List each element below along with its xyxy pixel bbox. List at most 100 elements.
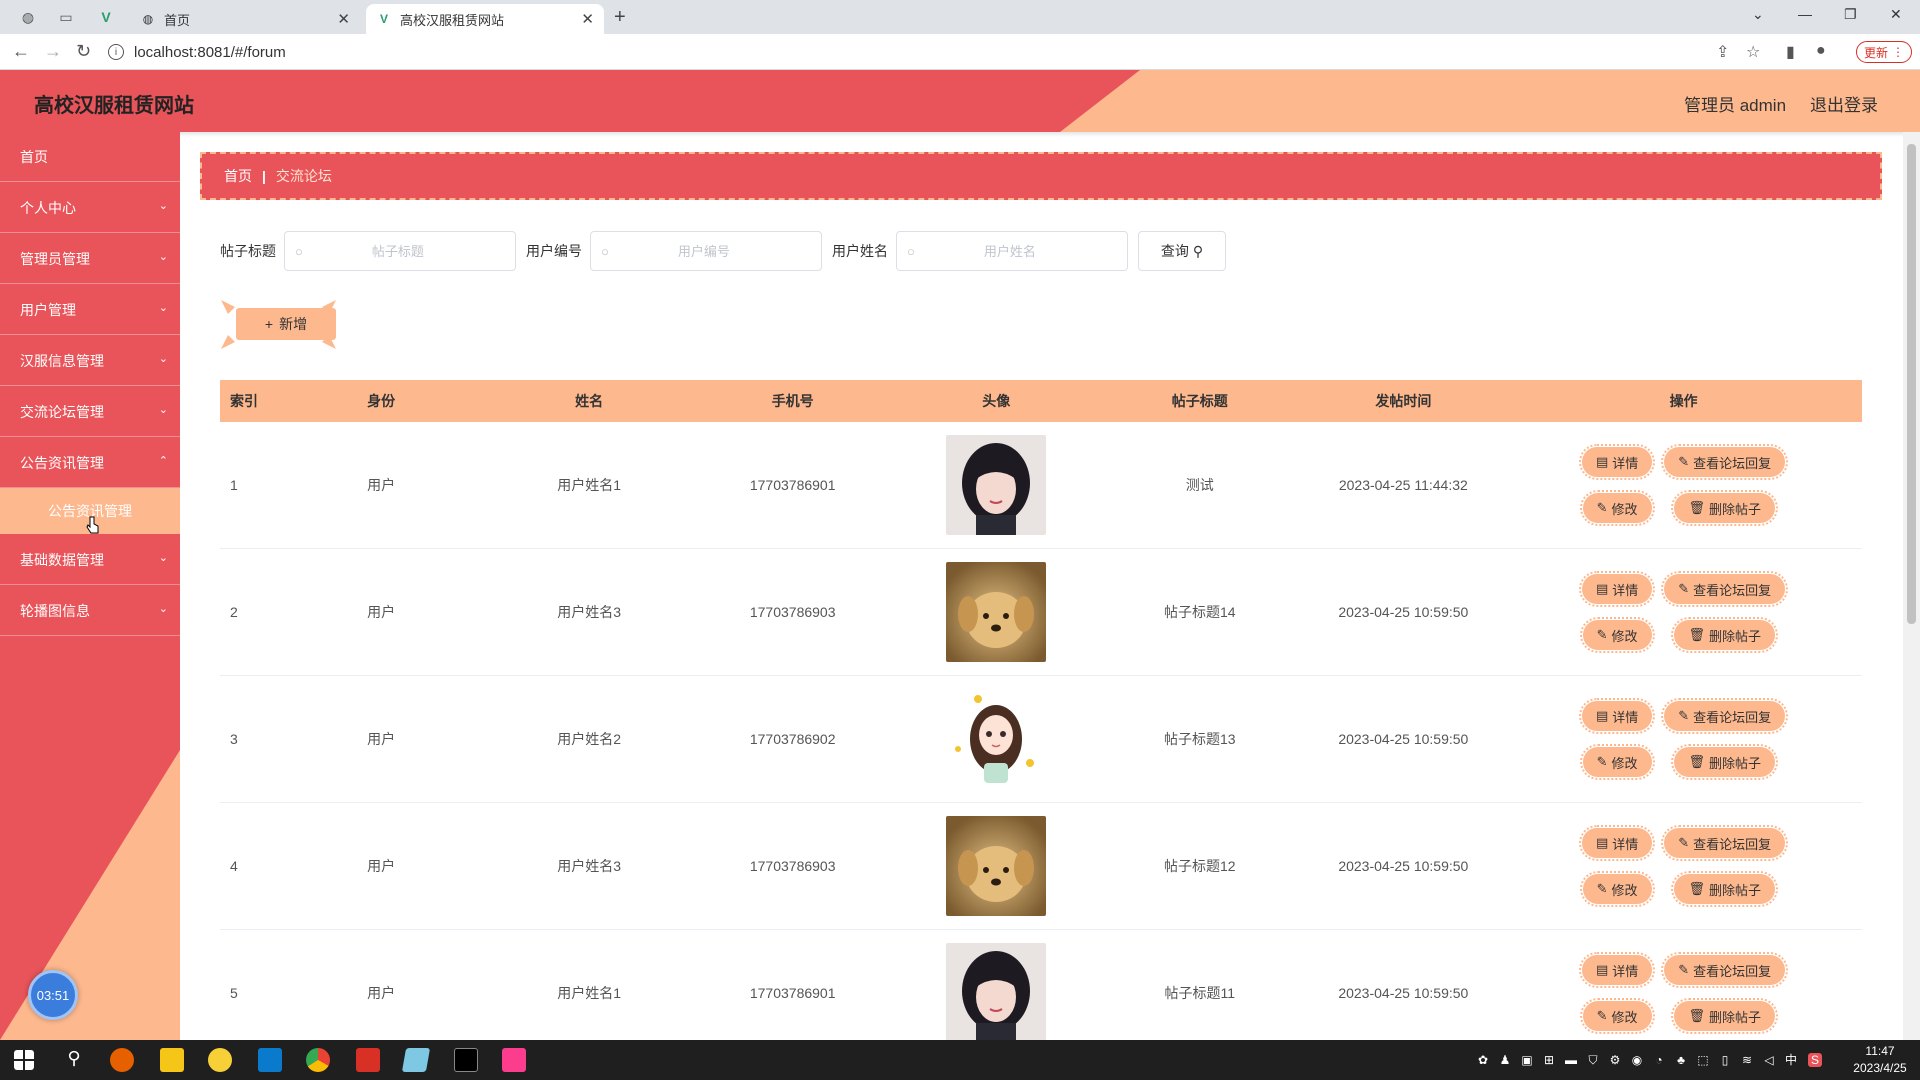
wps-icon[interactable] [356,1048,380,1072]
sidebar-item-personal-center[interactable]: 个人中心 ⌄ [0,183,180,233]
forward-arrow-icon[interactable]: → [44,41,62,62]
firefox-icon[interactable] [110,1048,134,1072]
reload-icon[interactable]: ↻ [76,41,91,62]
user-name-filter-input[interactable] [914,233,1105,269]
avatar-girl-photo[interactable] [946,435,1047,535]
avatar-cartoon-girl[interactable] [946,689,1047,789]
view-replies-button[interactable]: ✎ 查看论坛回复 [1661,698,1789,734]
avatar-puppy-photo[interactable] [946,562,1047,662]
view-replies-button[interactable]: ✎ 查看论坛回复 [1661,444,1789,480]
shield-icon[interactable]: ⛉ [1586,1053,1600,1067]
share-icon[interactable]: ⇪ [1716,42,1729,62]
tray-app-icon[interactable]: ♟ [1498,1053,1512,1067]
user-no-filter-field[interactable]: ○ [590,231,822,271]
edit-button[interactable]: ✎ 修改 [1579,490,1655,526]
vscode-icon[interactable] [258,1048,282,1072]
terminal-icon[interactable] [454,1048,478,1072]
sidebar-item-base-data-management[interactable]: 基础数据管理 ⌄ [0,535,180,585]
view-replies-button[interactable]: ✎ 查看论坛回复 [1661,825,1789,861]
intellij-icon[interactable] [502,1048,526,1072]
cell-phone: 17703786902 [749,731,836,747]
chrome-icon[interactable] [306,1048,330,1072]
tray-app-icon[interactable]: ▣ [1520,1053,1534,1067]
hand-cursor-icon [86,516,99,534]
browser-tab-current[interactable]: V 高校汉服租赁网站 ✕ [366,4,604,34]
avatar-girl-photo[interactable] [946,943,1047,1043]
minimize-button[interactable]: — [1798,6,1812,22]
detail-button[interactable]: ▤ 详情 [1578,825,1656,861]
wifi-icon[interactable]: ≋ [1740,1053,1754,1067]
page-scrollbar[interactable] [1903,132,1920,1040]
tray-app-icon[interactable]: ✿ [1476,1053,1490,1067]
chevron-down-icon: ⌄ [158,302,168,314]
sidebar-item-news-management[interactable]: 公告资讯管理 ⌃ [0,438,180,488]
restore-button[interactable]: ❐ [1844,6,1857,23]
chick-app-icon[interactable] [208,1048,232,1072]
side-panel-icon[interactable]: ▮ [1786,42,1795,62]
file-explorer-icon[interactable] [160,1048,184,1072]
user-name-filter-field[interactable]: ○ [896,231,1128,271]
tray-app-icon[interactable]: ♣ [1674,1053,1688,1067]
sidebar-item-user-management[interactable]: 用户管理 ⌄ [0,285,180,335]
browser-update-button[interactable]: 更新 ⋮ [1856,41,1912,63]
battery-icon[interactable]: ▯ [1718,1053,1732,1067]
delete-post-button[interactable]: 🗑 删除帖子 [1671,490,1778,526]
delete-post-button[interactable]: 🗑 删除帖子 [1671,998,1778,1034]
detail-button[interactable]: ▤ 详情 [1578,571,1656,607]
edit-button[interactable]: ✎ 修改 [1579,871,1655,907]
tray-app-icon[interactable]: ⚙ [1608,1053,1622,1067]
browser-tab-home[interactable]: ◍ 首页 ✕ [130,4,360,34]
globe-icon[interactable]: ◍ [14,6,42,28]
volume-icon[interactable]: ◁ [1762,1053,1776,1067]
close-window-button[interactable]: ✕ [1890,6,1902,23]
sidebar-item-forum-management[interactable]: 交流论坛管理 ⌄ [0,387,180,437]
edit-button[interactable]: ✎ 修改 [1579,617,1655,653]
tab-search-icon[interactable]: ⌄ [1752,6,1764,23]
title-filter-input[interactable] [302,233,493,269]
blank-tab-icon[interactable]: ▭ [52,6,80,28]
vue-icon[interactable]: V [92,6,120,28]
tray-app-icon[interactable]: ⬚ [1696,1053,1710,1067]
system-clock[interactable]: 11:47 2023/4/25 [1848,1043,1912,1077]
info-icon[interactable]: i [108,44,124,60]
avatar-puppy-photo[interactable] [946,816,1047,916]
add-button[interactable]: + 新增 [236,308,336,340]
detail-button[interactable]: ▤ 详情 [1578,444,1656,480]
bookmark-star-icon[interactable]: ☆ [1746,42,1760,62]
view-replies-button[interactable]: ✎ 查看论坛回复 [1661,571,1789,607]
delete-post-button[interactable]: 🗑 删除帖子 [1671,744,1778,780]
profile-icon[interactable]: ● [1816,42,1826,60]
user-no-filter-input[interactable] [608,233,799,269]
delete-post-button[interactable]: 🗑 删除帖子 [1671,871,1778,907]
close-tab-icon[interactable]: ✕ [337,10,350,28]
close-tab-icon[interactable]: ✕ [581,10,594,28]
edit-button[interactable]: ✎ 修改 [1579,744,1655,780]
edit-button[interactable]: ✎ 修改 [1579,998,1655,1034]
breadcrumb-home[interactable]: 首页 [224,166,252,186]
sidebar-item-carousel-info[interactable]: 轮播图信息 ⌄ [0,586,180,636]
new-tab-button[interactable]: + [614,6,626,29]
notepad-icon[interactable] [401,1048,431,1072]
sogou-icon[interactable]: S [1808,1053,1822,1067]
sidebar-item-hanfu-management[interactable]: 汉服信息管理 ⌄ [0,336,180,386]
tray-app-icon[interactable]: ⊞ [1542,1053,1556,1067]
title-filter-field[interactable]: ○ [284,231,516,271]
logout-link[interactable]: 退出登录 [1810,91,1878,116]
scrollbar-thumb[interactable] [1907,144,1916,624]
wechat-icon[interactable]: ◔ [1652,1053,1666,1067]
view-replies-button[interactable]: ✎ 查看论坛回复 [1661,952,1789,988]
sidebar-item-admin-management[interactable]: 管理员管理 ⌄ [0,234,180,284]
search-icon[interactable]: ⚲ [62,1048,86,1072]
delete-post-button[interactable]: 🗑 删除帖子 [1671,617,1778,653]
back-arrow-icon[interactable]: ← [12,41,30,62]
ime-indicator[interactable]: 中 [1784,1053,1798,1067]
detail-button[interactable]: ▤ 详情 [1578,698,1656,734]
sidebar-item-home[interactable]: 首页 [0,132,180,182]
detail-button[interactable]: ▤ 详情 [1578,952,1656,988]
tray-app-icon[interactable]: ◉ [1630,1053,1644,1067]
url-field[interactable]: i localhost:8081/#/forum [108,39,1688,65]
windows-start-icon[interactable] [14,1050,34,1070]
query-button[interactable]: 查询 ⚲ [1138,231,1226,271]
clock-badge[interactable]: 03:51 [28,970,78,1020]
tray-app-icon[interactable]: ▬ [1564,1053,1578,1067]
